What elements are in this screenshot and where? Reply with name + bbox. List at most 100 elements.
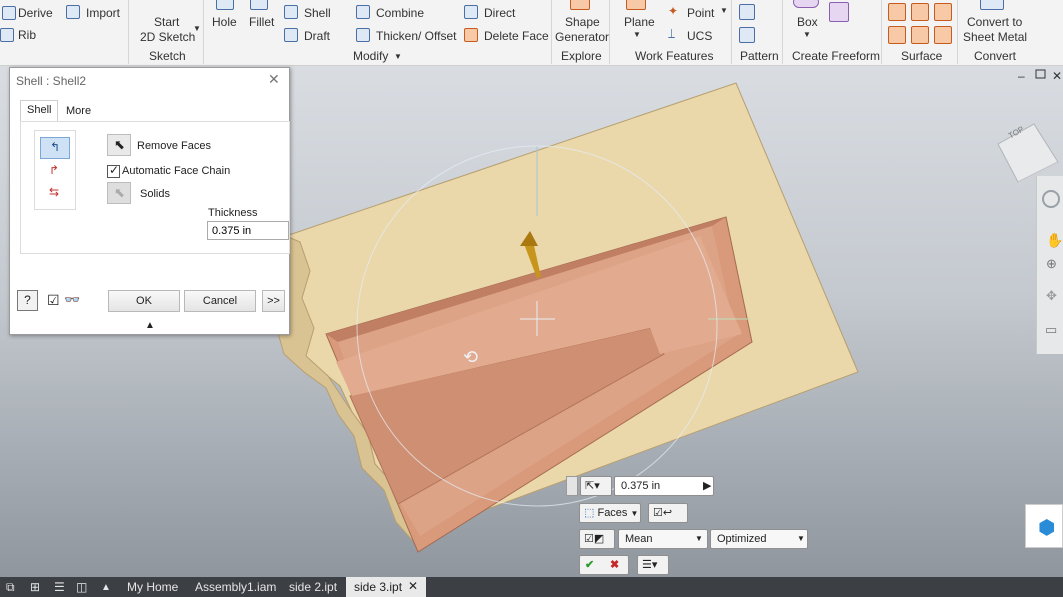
convert-label-1[interactable]: Convert to — [967, 15, 1022, 29]
trim-icon[interactable] — [934, 3, 952, 21]
group-convert: Convert — [974, 49, 1017, 63]
start-sketch-label-1[interactable]: Start — [154, 15, 179, 29]
remove-faces-selector[interactable]: ⬉ — [107, 134, 131, 156]
chevron-down-icon[interactable]: ▼ — [193, 24, 201, 33]
mini-option-toggle[interactable]: ☑◩ — [579, 529, 615, 549]
dialog-title: Shell : Shell2 — [16, 74, 87, 88]
steering-wheel-icon[interactable] — [1042, 190, 1060, 208]
chevron-down-icon[interactable]: ▼ — [394, 52, 402, 61]
minimize-icon[interactable]: – — [1018, 69, 1025, 83]
thickness-input[interactable] — [207, 221, 289, 240]
tabs-up-icon[interactable]: ▲ — [101, 582, 111, 593]
group-pattern: Pattern — [740, 49, 779, 63]
circular-pattern-icon[interactable] — [739, 27, 755, 43]
share-icon[interactable]: ⬢ — [1038, 515, 1055, 540]
point-icon: ✦ — [668, 4, 679, 18]
close-icon[interactable]: ✕ — [268, 71, 280, 88]
mini-direction-dropdown[interactable]: ⇱▾ — [580, 476, 612, 496]
stitch-icon[interactable] — [888, 3, 906, 21]
point-button[interactable]: Point — [687, 6, 714, 20]
rib-button[interactable]: Rib — [18, 28, 36, 42]
chevron-down-icon[interactable]: ▼ — [720, 6, 728, 15]
doc-tab-side-2[interactable]: side 2.ipt — [289, 580, 337, 594]
menu-icon: ☰▾ — [642, 559, 658, 571]
tile-icon[interactable]: ⊞ — [30, 580, 40, 594]
solids-icon: ☑↩ — [653, 507, 673, 519]
derive-button[interactable]: Derive — [18, 6, 53, 20]
delete-face-button[interactable]: Delete Face — [484, 29, 549, 43]
zoom-icon[interactable]: ⊕ — [1046, 256, 1057, 272]
mini-toolbar-grip[interactable] — [566, 476, 578, 496]
doc-tab-assembly1[interactable]: Assembly1.iam — [195, 580, 276, 594]
replace-face-icon[interactable] — [934, 26, 952, 44]
chevron-down-icon[interactable]: ▼ — [631, 509, 639, 518]
look-at-icon[interactable]: ▭ — [1045, 322, 1057, 338]
freeform-convert-icon[interactable] — [829, 2, 849, 22]
mini-menu-button[interactable]: ☰▾ — [637, 555, 669, 575]
cascade-icon[interactable]: ⧉ — [6, 580, 15, 595]
shape-generator-label-1[interactable]: Shape — [565, 15, 600, 29]
tile-vertical-icon[interactable]: ◫ — [76, 580, 87, 594]
mini-apply-cancel: ✔ ✖ — [579, 555, 629, 575]
box-button[interactable]: Box — [797, 15, 818, 29]
group-modify[interactable]: Modify — [353, 49, 388, 63]
sculpt-icon[interactable] — [888, 26, 906, 44]
cancel-button[interactable]: Cancel — [184, 290, 256, 312]
automatic-face-chain-checkbox[interactable]: ✓ — [107, 163, 120, 178]
pan-icon[interactable]: ✋ — [1046, 232, 1063, 249]
fillet-button[interactable]: Fillet — [249, 15, 274, 29]
direction-inside-button[interactable]: ↰ — [40, 137, 70, 159]
more-button[interactable]: >> — [262, 290, 285, 312]
shell-button[interactable]: Shell — [304, 6, 331, 20]
patch-icon[interactable] — [911, 3, 929, 21]
direct-button[interactable]: Direct — [484, 6, 515, 20]
tab-more[interactable]: More — [60, 102, 97, 120]
thicken-offset-button[interactable]: Thicken/ Offset — [376, 29, 456, 43]
mini-thickness-input[interactable]: 0.375 in ▶ — [614, 476, 714, 496]
cancel-x-icon[interactable]: ✖ — [610, 556, 619, 574]
optimized-dropdown[interactable]: Optimized ▼ — [710, 529, 808, 549]
mini-faces-button[interactable]: ⬚ Faces ▼ — [579, 503, 641, 523]
play-icon[interactable]: ▶ — [703, 477, 711, 495]
combine-button[interactable]: Combine — [376, 6, 424, 20]
draft-button[interactable]: Draft — [304, 29, 330, 43]
doc-tab-side-3-active[interactable]: side 3.ipt ✕ — [346, 577, 426, 597]
chevron-down-icon[interactable]: ▼ — [695, 530, 703, 548]
import-button[interactable]: Import — [86, 6, 120, 20]
help-icon[interactable]: ? — [17, 290, 38, 311]
group-sketch: Sketch — [149, 49, 186, 63]
collapse-arrow-icon[interactable]: ▲ — [145, 320, 155, 331]
plane-button[interactable]: Plane — [624, 15, 655, 29]
solids-selector[interactable]: ⬉ — [107, 182, 131, 204]
direction-outside-button[interactable]: ↱ — [49, 163, 59, 177]
restore-icon[interactable] — [1035, 69, 1046, 79]
glasses-icon[interactable]: 👓 — [64, 292, 80, 308]
close-window-icon[interactable]: ✕ — [1052, 69, 1062, 83]
solids-label: Solids — [140, 188, 170, 200]
doc-tab-my-home[interactable]: My Home — [127, 580, 178, 594]
orbit-icon[interactable]: ⟲ — [463, 347, 478, 367]
preview-checkbox-icon[interactable]: ☑ — [47, 292, 60, 309]
ucs-button[interactable]: UCS — [687, 29, 712, 43]
derive-icon — [2, 6, 16, 20]
direction-both-button[interactable]: ⇆ — [49, 185, 59, 199]
extend-icon[interactable] — [911, 26, 929, 44]
share-panel[interactable]: ⬢ — [1025, 504, 1063, 548]
hole-button[interactable]: Hole — [212, 15, 237, 29]
tile-horizontal-icon[interactable]: ☰ — [54, 580, 65, 594]
shell-dialog: Shell : Shell2 ✕ Shell More ↰ ↱ ⇆ ⬉ Remo… — [9, 67, 290, 335]
close-tab-icon[interactable]: ✕ — [408, 579, 418, 593]
rectangular-pattern-icon[interactable] — [739, 4, 755, 20]
shape-generator-label-2[interactable]: Generator — [555, 30, 609, 44]
orbit-tool-icon[interactable]: ✥ — [1046, 288, 1057, 304]
mini-solids-button[interactable]: ☑↩ — [648, 503, 688, 523]
chevron-down-icon[interactable]: ▼ — [803, 30, 811, 39]
tab-shell[interactable]: Shell — [20, 100, 59, 122]
apply-check-icon[interactable]: ✔ — [585, 556, 594, 574]
start-sketch-label-2[interactable]: 2D Sketch — [140, 30, 195, 44]
ok-button[interactable]: OK — [108, 290, 180, 312]
chevron-down-icon[interactable]: ▼ — [797, 530, 805, 548]
mean-dropdown[interactable]: Mean ▼ — [618, 529, 708, 549]
chevron-down-icon[interactable]: ▼ — [633, 30, 641, 39]
convert-label-2[interactable]: Sheet Metal — [963, 30, 1027, 44]
